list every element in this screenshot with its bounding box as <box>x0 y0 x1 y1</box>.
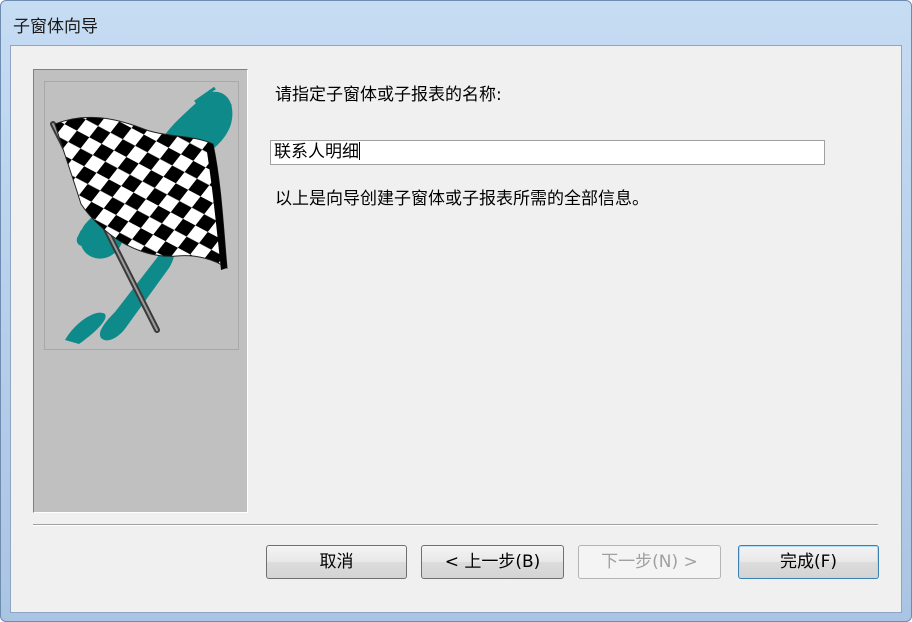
title-bar[interactable]: 子窗体向导 <box>1 1 911 43</box>
text-caret <box>359 142 360 160</box>
finish-button[interactable]: 完成(F) <box>738 545 879 579</box>
name-prompt-label: 请指定子窗体或子报表的名称: <box>275 85 502 105</box>
cancel-button[interactable]: 取消 <box>266 545 407 579</box>
button-separator <box>33 524 878 526</box>
wizard-info-text: 以上是向导创建子窗体或子报表所需的全部信息。 <box>275 189 649 209</box>
subform-name-input[interactable]: 联系人明细 <box>270 140 825 165</box>
back-button[interactable]: < 上一步(B) <box>421 545 564 579</box>
wizard-client-area: 请指定子窗体或子报表的名称: 联系人明细 以上是向导创建子窗体或子报表所需的全部… <box>10 45 902 613</box>
subform-name-value: 联系人明细 <box>274 142 359 162</box>
window-title: 子窗体向导 <box>13 17 98 37</box>
wizard-side-panel <box>33 69 248 513</box>
next-button[interactable]: 下一步(N) > <box>578 545 721 579</box>
subform-wizard-window: 子窗体向导 请指定子窗体或子报表的名称: 联系人明细 以上是向导创建子窗体或子报… <box>0 0 912 622</box>
checkered-flag-icon <box>44 81 239 350</box>
